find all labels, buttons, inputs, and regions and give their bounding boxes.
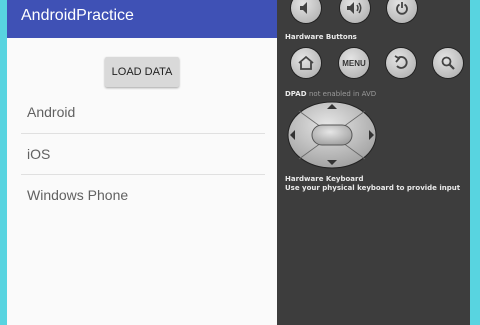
power-icon: [396, 2, 408, 15]
search-button[interactable]: [433, 48, 463, 78]
hardware-buttons-label: Hardware Buttons: [285, 33, 357, 41]
device-screen: AndroidPractice LOAD DATA Android iOS Wi…: [7, 0, 277, 325]
dpad-label: DPAD not enabled in AVD: [285, 90, 376, 98]
list-item-android[interactable]: Android: [21, 92, 265, 134]
power-button[interactable]: [387, 0, 417, 23]
menu-button-label: MENU: [342, 58, 366, 68]
platform-list: Android iOS Windows Phone: [21, 92, 265, 216]
back-icon: [394, 55, 408, 69]
load-data-button[interactable]: LOAD DATA: [105, 57, 179, 87]
home-button[interactable]: [291, 48, 321, 78]
back-button[interactable]: [386, 48, 416, 78]
volume-down-button[interactable]: [291, 0, 321, 23]
hardware-keyboard-hint: Use your physical keyboard to provide in…: [285, 184, 461, 192]
app-bar: AndroidPractice: [7, 0, 277, 38]
list-item-ios[interactable]: iOS: [21, 134, 265, 175]
app-title: AndroidPractice: [21, 7, 134, 24]
dpad-status: not enabled in AVD: [308, 90, 377, 98]
dpad-title: DPAD: [285, 90, 307, 98]
home-icon: [298, 55, 314, 70]
dpad-icon: [287, 101, 377, 169]
dpad[interactable]: [287, 101, 377, 169]
hardware-keyboard-title: Hardware Keyboard: [285, 175, 364, 183]
volume-up-button[interactable]: [340, 0, 370, 23]
search-icon: [441, 56, 455, 70]
menu-button[interactable]: MENU: [339, 48, 369, 78]
volume-down-icon: [300, 2, 307, 14]
emulator-controls-panel: Hardware Buttons MENU DPAD not enabled i…: [277, 0, 470, 325]
list-item-windows-phone[interactable]: Windows Phone: [21, 175, 265, 216]
volume-up-icon: [347, 2, 362, 14]
